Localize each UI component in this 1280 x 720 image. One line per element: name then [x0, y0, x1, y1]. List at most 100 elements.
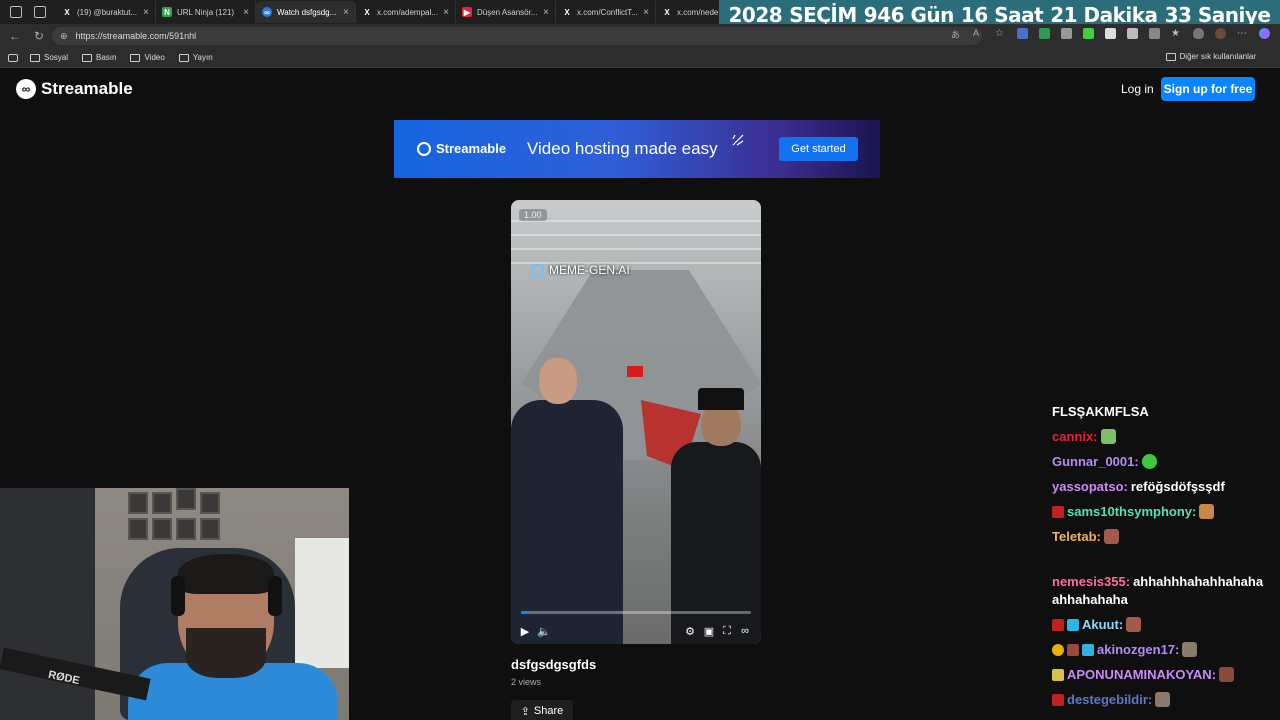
- url-text: https://streamable.com/591nhl: [75, 31, 197, 41]
- person-right: [671, 388, 761, 644]
- browser-tab[interactable]: X (19) @buraktut... ×: [56, 1, 156, 23]
- emote-icon: [1103, 529, 1119, 544]
- headphone-left: [171, 576, 185, 616]
- favorites-icon[interactable]: ★: [1171, 28, 1182, 39]
- settings-gear-icon[interactable]: ⚙: [683, 624, 697, 638]
- play-icon[interactable]: ▶: [518, 624, 532, 638]
- streamable-icon[interactable]: ∞: [738, 624, 752, 638]
- browser-tab[interactable]: X x.com/ConflictT... ×: [556, 1, 656, 23]
- folder-icon: [178, 53, 189, 62]
- chat-message: nemesis355: ahhahhhahahhahaha: [1052, 574, 1263, 589]
- reading-list-icon[interactable]: [8, 53, 18, 62]
- profile-avatar[interactable]: [1215, 28, 1226, 39]
- chat-message: akinozgen17:: [1052, 642, 1198, 657]
- gem-badge-icon: [1067, 618, 1079, 631]
- streamable-logo[interactable]: ∞ Streamable: [16, 79, 133, 99]
- get-started-button[interactable]: Get started: [779, 137, 858, 161]
- chat-username: Akuut:: [1082, 617, 1124, 632]
- wall-photo: [200, 492, 220, 514]
- reload-icon[interactable]: ↻: [30, 27, 48, 45]
- login-link[interactable]: Log in: [1121, 82, 1154, 96]
- volume-icon[interactable]: 🔈: [537, 624, 551, 638]
- wall-photo: [200, 518, 220, 540]
- fullscreen-icon[interactable]: ⛶: [720, 624, 734, 638]
- close-tab-icon[interactable]: ×: [443, 7, 449, 18]
- close-tab-icon[interactable]: ×: [343, 7, 349, 18]
- emote-icon: [1182, 642, 1198, 657]
- site-info-icon[interactable]: ⊕: [60, 31, 68, 42]
- shield-icon[interactable]: [1193, 28, 1204, 39]
- x-logo-icon: X: [664, 7, 670, 17]
- extension-icon[interactable]: [1105, 28, 1116, 39]
- banner-logo: Streamable: [417, 141, 506, 156]
- picture-in-picture-icon[interactable]: ▣: [702, 624, 716, 638]
- translate-icon[interactable]: あ: [951, 28, 962, 40]
- wall-photo: [128, 492, 148, 514]
- bookmark-folder-video[interactable]: Video: [130, 53, 165, 62]
- extension-icon[interactable]: [1039, 28, 1050, 39]
- wall-photo: [128, 518, 148, 540]
- address-bar[interactable]: ⊕ https://streamable.com/591nhl: [52, 27, 982, 45]
- more-menu-icon[interactable]: ⋯: [1237, 28, 1248, 39]
- video-progress-bar[interactable]: [521, 611, 751, 614]
- chat-text: ahhahahaha: [1052, 592, 1128, 607]
- workspaces-icon[interactable]: [10, 6, 22, 18]
- chat-username: destegebildir:: [1067, 692, 1153, 707]
- chat-username: cannix:: [1052, 429, 1098, 444]
- tab-actions-icon[interactable]: [34, 6, 46, 18]
- playback-speed[interactable]: 1.00: [519, 209, 547, 221]
- bookmark-folder-sosyal[interactable]: Sosyal: [30, 53, 68, 62]
- browser-tab[interactable]: N URL Ninja (121) ×: [156, 1, 256, 23]
- chat-message: APONUNAMINAKOYAN:: [1052, 667, 1235, 682]
- chat-username: sams10thsymphony:: [1067, 504, 1197, 519]
- banner-tagline: Video hosting made easy: [527, 139, 718, 158]
- promo-banner[interactable]: Streamable Video hosting made easy Get s…: [394, 120, 880, 178]
- number-badge-icon: [1052, 643, 1064, 656]
- person-left: [511, 350, 623, 644]
- tab-title: x.com/ConflictT...: [577, 7, 638, 17]
- browser-tab-active[interactable]: ∞ Watch dsfgsdg... ×: [256, 1, 356, 23]
- chat-username: yassopatso:: [1052, 479, 1128, 494]
- bookmark-folder-basin[interactable]: Basın: [82, 53, 116, 62]
- watermark-icon: [531, 263, 544, 277]
- extension-icon[interactable]: [1017, 28, 1028, 39]
- extension-icon[interactable]: [1061, 28, 1072, 39]
- signup-button[interactable]: Sign up for free: [1161, 77, 1255, 101]
- video-player[interactable]: 1.00 MEME-GEN.AI ▶ 🔈 ⚙ ▣ ⛶ ∞: [511, 200, 761, 644]
- browser-tab[interactable]: X x.com/adempal... ×: [356, 1, 456, 23]
- ninja-icon: N: [162, 7, 172, 17]
- close-tab-icon[interactable]: ×: [243, 7, 249, 18]
- close-tab-icon[interactable]: ×: [643, 7, 649, 18]
- read-aloud-icon[interactable]: A: [973, 28, 984, 39]
- logo-text: Streamable: [41, 79, 133, 98]
- back-icon[interactable]: ←: [6, 27, 24, 45]
- bookmark-label: Sosyal: [44, 53, 69, 62]
- chat-message: Akuut:: [1052, 617, 1142, 632]
- streamer-beard: [186, 628, 266, 678]
- gem-badge-icon: [1082, 643, 1094, 656]
- browser-tab[interactable]: ▶ Düşen Asansör... ×: [456, 1, 556, 23]
- favorite-star-icon[interactable]: ☆: [995, 28, 1006, 39]
- bookmark-folder-yayin[interactable]: Yayın: [178, 53, 213, 62]
- share-icon: ⇪: [520, 705, 530, 718]
- wall-photo: [152, 492, 172, 514]
- badge-icon: [1052, 505, 1064, 518]
- close-tab-icon[interactable]: ×: [143, 7, 149, 18]
- bookmarks-bar: Sosyal Basın Video Yayın Diğer sık kulla…: [0, 48, 1280, 68]
- split-screen-icon[interactable]: [1149, 28, 1160, 39]
- wall-photo: [176, 488, 196, 510]
- close-tab-icon[interactable]: ×: [543, 7, 549, 18]
- badge-icon: [1052, 668, 1064, 681]
- extension-icon[interactable]: [1083, 28, 1094, 39]
- copilot-icon[interactable]: [1259, 28, 1270, 39]
- chat-username: akinozgen17:: [1097, 642, 1180, 657]
- badge-icon: [1052, 693, 1064, 706]
- countdown-year: 2028: [728, 2, 783, 27]
- extension-icon[interactable]: [1127, 28, 1138, 39]
- countdown-minutes: 21 Dakika: [1050, 2, 1158, 27]
- emote-icon: [1199, 504, 1215, 519]
- browser-toolbar: ← ↻ ⊕ https://streamable.com/591nhl あ A …: [0, 24, 1280, 48]
- share-button[interactable]: ⇪ Share: [511, 700, 573, 720]
- other-bookmarks[interactable]: Diğer sık kullanılanlar: [1165, 52, 1256, 61]
- x-logo-icon: X: [64, 7, 70, 17]
